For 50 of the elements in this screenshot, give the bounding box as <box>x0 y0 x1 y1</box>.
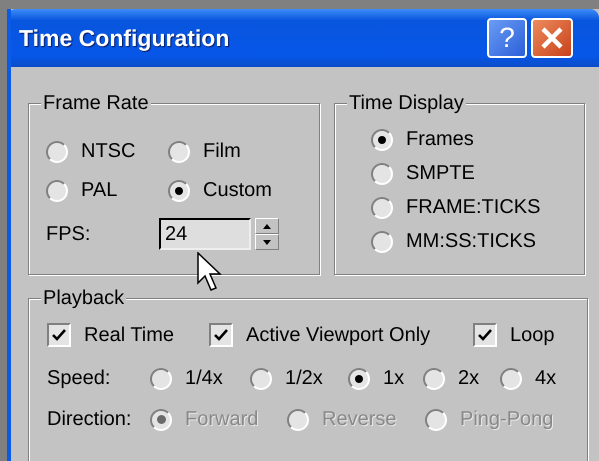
radio-label: NTSC <box>81 140 136 163</box>
radio-button[interactable] <box>371 230 393 252</box>
checkbox-label: Active Viewport Only <box>246 324 430 346</box>
radio-label: SMPTE <box>406 162 475 185</box>
radio-label: Ping-Pong <box>460 408 554 431</box>
fps-field[interactable]: 24 <box>159 218 251 250</box>
radio-button[interactable] <box>46 180 68 202</box>
field-label: FPS: <box>46 222 92 246</box>
radio-button[interactable] <box>150 368 172 390</box>
radio-label: MM:SS:TICKS <box>406 230 536 253</box>
radio-label: 2x <box>458 367 480 390</box>
radio-label: Film <box>203 140 241 163</box>
checkbox-label: Real Time <box>84 324 174 346</box>
arrow-down-icon <box>262 238 272 246</box>
radio-label: 4x <box>535 367 556 390</box>
check-icon <box>213 327 229 343</box>
checkbox[interactable] <box>47 323 71 347</box>
radio-button[interactable] <box>371 196 393 218</box>
checkbox[interactable] <box>473 323 497 347</box>
radio-label: 1x <box>383 367 404 390</box>
radio-label: 1/4x <box>185 367 223 390</box>
checkbox-label: Loop <box>510 324 554 346</box>
help-button[interactable]: ? <box>487 18 527 58</box>
radio-button[interactable] <box>371 162 393 184</box>
arrow-up-icon <box>262 222 272 230</box>
radio-button[interactable] <box>371 128 393 150</box>
checkbox[interactable] <box>209 323 233 347</box>
spin-down-button[interactable] <box>255 234 279 250</box>
field-label: Direction: <box>47 408 132 431</box>
radio-button[interactable] <box>500 368 522 390</box>
close-button[interactable] <box>531 18 573 58</box>
radio-button[interactable] <box>168 140 190 162</box>
spin-up-button[interactable] <box>255 218 279 234</box>
radio-button[interactable] <box>46 140 68 162</box>
radio-label: PAL <box>81 179 118 202</box>
radio-label: Custom <box>203 179 272 202</box>
check-icon <box>51 327 67 343</box>
radio-label: Forward <box>185 408 258 431</box>
radio-button[interactable] <box>168 180 190 202</box>
window-title: Time Configuration <box>19 24 230 52</box>
radio-button[interactable] <box>423 368 445 390</box>
radio-label: FRAME:TICKS <box>406 196 540 219</box>
cursor-icon <box>197 252 225 294</box>
radio-button[interactable] <box>250 368 272 390</box>
radio-button[interactable] <box>348 368 370 390</box>
check-icon <box>477 327 493 343</box>
radio-label: Frames <box>406 128 474 151</box>
field-label: Speed: <box>47 367 112 390</box>
radio-label: 1/2x <box>285 367 323 390</box>
radio-label: Reverse <box>322 408 396 431</box>
